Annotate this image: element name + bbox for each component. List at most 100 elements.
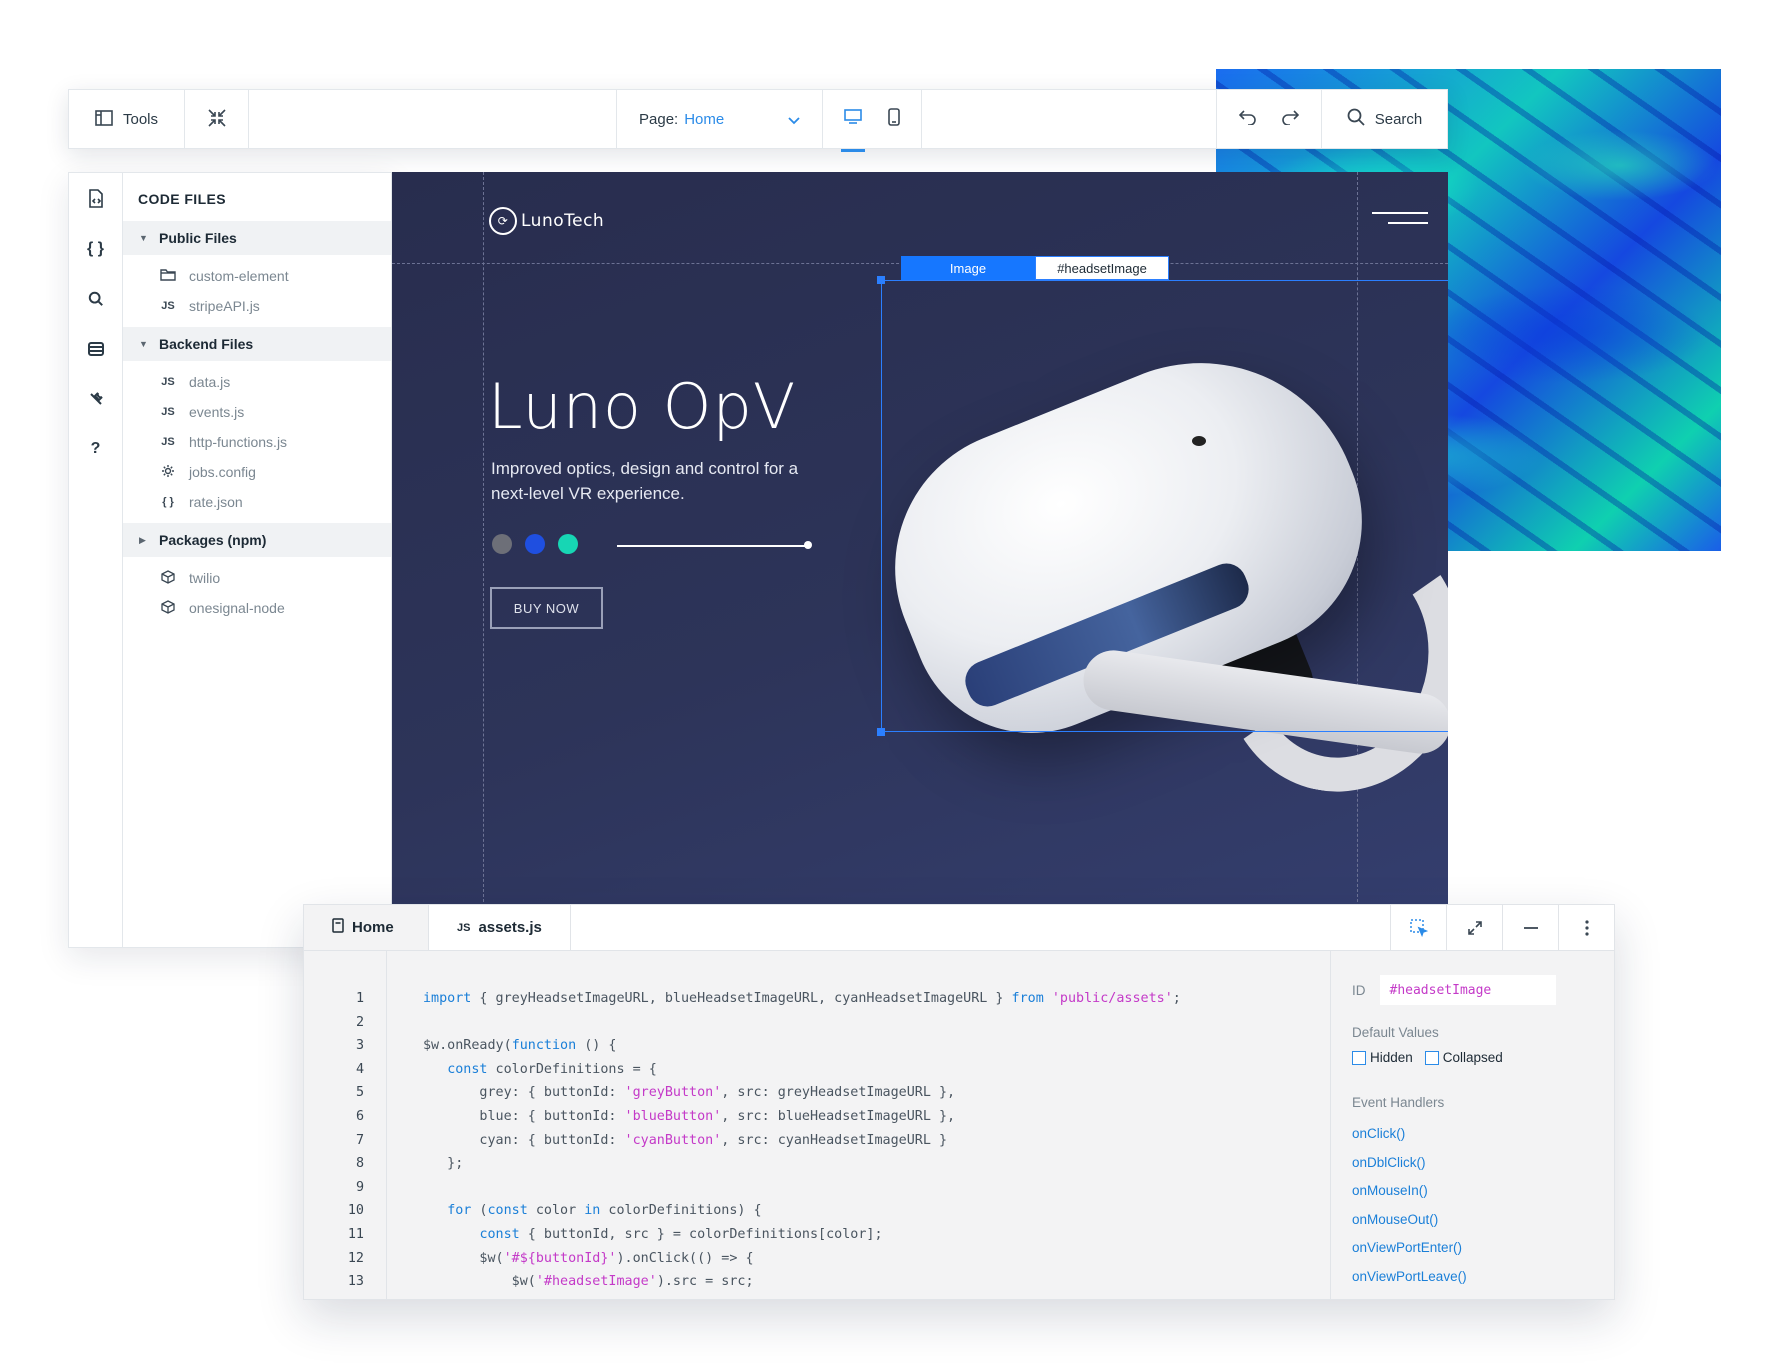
tab-label: assets.js (478, 919, 542, 936)
code-token: const (447, 1061, 488, 1077)
package-item[interactable]: twilio (123, 563, 391, 593)
hidden-label: Hidden (1370, 1050, 1413, 1065)
code-token: color (527, 1203, 585, 1219)
group-label: Packages (npm) (159, 532, 267, 548)
code-token: 'public/assets' (1051, 991, 1173, 1006)
file-tree: CODE FILES ▼ Public Files custom-element… (123, 173, 391, 947)
hamburger-menu-icon[interactable] (1372, 212, 1428, 232)
properties-panel: ID #headsetImage Default Values Hidden C… (1331, 951, 1614, 1299)
tab-assets-js[interactable]: JS assets.js (429, 905, 571, 950)
handler-ondblclick-link[interactable]: onDblClick() (1352, 1149, 1592, 1178)
file-label: data.js (189, 374, 231, 390)
desktop-view-icon[interactable] (841, 109, 865, 152)
collapse-arrows-icon (207, 108, 227, 131)
expand-icon[interactable] (1446, 905, 1502, 950)
minimize-icon[interactable] (1502, 905, 1558, 950)
handler-onmouseout-link[interactable]: onMouseOut() (1352, 1206, 1592, 1235)
more-options-icon[interactable] (1558, 905, 1614, 950)
site-preview-canvas[interactable]: ⟳ LunoTech Luno OpV Improved optics, des… (392, 172, 1448, 907)
code-token: import (423, 991, 472, 1006)
search-button[interactable]: Search (1322, 90, 1447, 148)
tools-button[interactable]: Tools (69, 90, 185, 148)
redo-icon[interactable] (1281, 109, 1300, 129)
help-icon[interactable]: ? (81, 437, 111, 461)
handler-onviewportenter-link[interactable]: onViewPortEnter() (1352, 1234, 1592, 1263)
code-line: $w('#headsetImage').src = src; (423, 1270, 1330, 1294)
page-selector[interactable]: Page: Home (617, 90, 823, 148)
slider-handle[interactable] (804, 541, 812, 549)
buy-now-button[interactable]: BUY NOW (490, 587, 603, 629)
resize-handle[interactable] (877, 276, 885, 284)
code-token: colorDefinitions) { (600, 1203, 762, 1219)
tab-label: Home (352, 919, 394, 936)
file-label: jobs.config (189, 464, 256, 480)
search-icon[interactable] (81, 287, 111, 311)
blue-swatch-button[interactable] (525, 534, 545, 554)
group-packages[interactable]: ▶ Packages (npm) (123, 523, 391, 557)
line-number: 12 (347, 1250, 364, 1266)
hidden-checkbox[interactable]: Hidden (1352, 1050, 1413, 1065)
file-item[interactable]: JS events.js (123, 397, 391, 427)
code-token: { buttonId, src } = colorDefinitions[col… (519, 1226, 883, 1242)
handler-onclick-link[interactable]: onClick() (1352, 1120, 1592, 1149)
editor-tab-bar: Home JS assets.js (304, 905, 1614, 951)
file-label: events.js (189, 404, 245, 420)
code-token: in (584, 1203, 601, 1219)
checkbox-box[interactable] (1352, 1050, 1366, 1065)
code-token: $w.onReady( (423, 1038, 512, 1054)
file-item[interactable]: { } rate.json (123, 487, 391, 517)
site-logo[interactable]: ⟳ LunoTech (489, 207, 604, 235)
id-label: ID (1352, 982, 1366, 998)
collapse-button[interactable] (185, 90, 249, 148)
tools-icon[interactable] (81, 387, 111, 411)
code-token: , src: cyanHeadsetImageURL } (721, 1132, 948, 1148)
code-token: colorDefinitions = { (487, 1061, 657, 1077)
guide-line (483, 172, 484, 907)
element-id-field[interactable]: #headsetImage (1379, 975, 1556, 1005)
page-code-icon[interactable] (81, 187, 111, 211)
braces-icon: { } (162, 496, 174, 508)
cyan-swatch-button[interactable] (558, 534, 578, 554)
code-token: $w( (423, 1274, 536, 1290)
handler-onmousein-link[interactable]: onMouseIn() (1352, 1177, 1592, 1206)
selection-type-tag[interactable]: Image (901, 256, 1035, 280)
package-icon (159, 599, 177, 617)
braces-icon[interactable]: { } (80, 237, 111, 261)
undo-icon[interactable] (1238, 109, 1257, 129)
file-item[interactable]: JS data.js (123, 367, 391, 397)
selection-id-tag[interactable]: #headsetImage (1035, 256, 1169, 280)
code-token: 'blueButton' (624, 1108, 722, 1124)
js-file-icon: JS (161, 436, 175, 448)
group-public-files[interactable]: ▼ Public Files (123, 221, 391, 255)
collapsed-checkbox[interactable]: Collapsed (1424, 1050, 1503, 1065)
code-token: '#headsetImage' (535, 1274, 657, 1290)
tab-home[interactable]: Home (304, 905, 429, 950)
logo-mark-icon: ⟳ (489, 207, 517, 235)
line-number: 13 (347, 1274, 364, 1290)
grey-swatch-button[interactable] (492, 534, 512, 554)
resize-handle[interactable] (877, 728, 885, 736)
toolbar-spacer (249, 90, 617, 148)
code-token: , src: blueHeadsetImageURL }, (721, 1108, 956, 1124)
code-area[interactable]: import { greyHeadsetImageURL, blueHeadse… (387, 951, 1331, 1299)
file-item[interactable]: JS http-functions.js (123, 427, 391, 457)
code-token: const (479, 1226, 520, 1242)
code-token: }; (423, 1156, 464, 1172)
file-item[interactable]: custom-element (123, 261, 391, 291)
hero-subtitle: Improved optics, design and control for … (491, 459, 799, 503)
database-icon[interactable] (81, 337, 111, 361)
group-backend-files[interactable]: ▼ Backend Files (123, 327, 391, 361)
select-element-icon[interactable] (1390, 905, 1446, 950)
default-values-options: Hidden Collapsed (1352, 1050, 1592, 1065)
handler-onviewportleave-link[interactable]: onViewPortLeave() (1352, 1263, 1592, 1292)
checkbox-box[interactable] (1424, 1050, 1439, 1065)
package-item[interactable]: onesignal-node (123, 593, 391, 623)
search-icon (1347, 108, 1365, 130)
file-item[interactable]: JS stripeAPI.js (123, 291, 391, 321)
file-item[interactable]: jobs.config (123, 457, 391, 487)
mobile-view-icon[interactable] (888, 108, 900, 130)
code-line: for (const color in colorDefinitions) { (423, 1199, 1330, 1223)
file-label: stripeAPI.js (189, 298, 260, 314)
